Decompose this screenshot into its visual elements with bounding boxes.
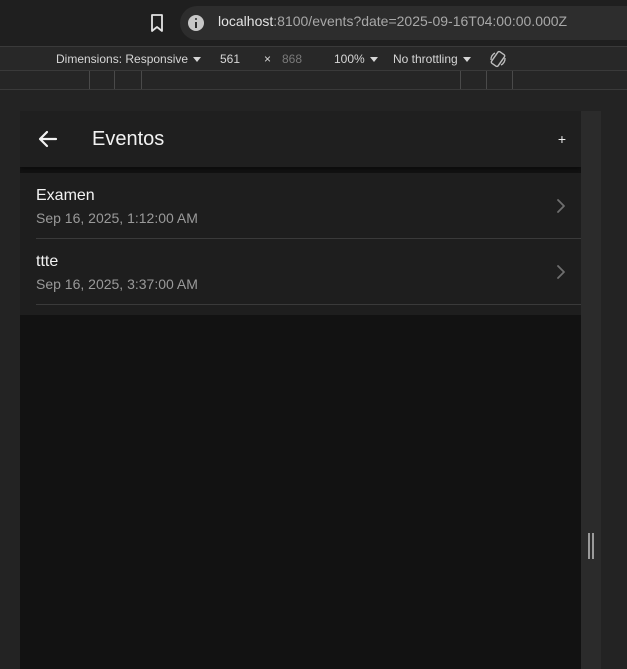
ruler-tick[interactable] <box>460 71 461 89</box>
zoom-label: 100% <box>334 52 365 66</box>
event-title: ttte <box>36 253 59 270</box>
resize-handle[interactable] <box>588 533 594 559</box>
times-sign: × <box>264 52 272 66</box>
throttling-dropdown[interactable]: No throttling <box>393 52 471 66</box>
height-input[interactable]: 868 <box>282 52 302 66</box>
device-viewport: Eventos + Examen Sep 16, 2025, 1:12:00 A… <box>20 111 581 669</box>
ruler-tick[interactable] <box>486 71 487 89</box>
dimensions-label: Dimensions: Responsive <box>56 52 189 66</box>
event-title: Examen <box>36 187 95 204</box>
event-date: Sep 16, 2025, 3:37:00 AM <box>36 276 198 292</box>
chevron-right-icon <box>557 199 565 213</box>
browser-toolbar: localhost:8100/events?date=2025-09-16T04… <box>0 0 627 46</box>
url-text[interactable]: localhost:8100/events?date=2025-09-16T04… <box>218 13 567 29</box>
url-host: localhost <box>218 13 274 29</box>
device-toolbar: Dimensions: Responsive 561 × 868 100% No… <box>0 46 627 70</box>
divider <box>36 304 581 305</box>
media-query-ruler <box>0 70 627 90</box>
arrow-left-icon[interactable] <box>36 127 60 151</box>
throttling-label: No throttling <box>393 52 458 66</box>
ruler-tick[interactable] <box>141 71 142 89</box>
chevron-right-icon <box>557 265 565 279</box>
list-item[interactable]: Examen Sep 16, 2025, 1:12:00 AM <box>20 173 581 239</box>
event-list: Examen Sep 16, 2025, 1:12:00 AM ttte Sep… <box>20 173 581 315</box>
rotate-icon[interactable] <box>489 50 507 68</box>
caret-down-icon <box>462 57 471 62</box>
event-date: Sep 16, 2025, 1:12:00 AM <box>36 210 198 226</box>
add-event-button[interactable]: + <box>552 129 572 149</box>
ruler-tick[interactable] <box>512 71 513 89</box>
dimensions-dropdown[interactable]: Dimensions: Responsive <box>56 52 202 66</box>
page-title: Eventos <box>92 128 165 150</box>
info-icon[interactable] <box>188 15 204 31</box>
bookmark-icon[interactable] <box>147 13 167 33</box>
caret-down-icon <box>193 57 202 62</box>
zoom-dropdown[interactable]: 100% <box>334 52 378 66</box>
ruler-tick[interactable] <box>114 71 115 89</box>
ruler-tick[interactable] <box>89 71 90 89</box>
viewport-gutter <box>581 111 601 669</box>
width-input[interactable]: 561 <box>220 52 240 66</box>
url-path: :8100/events?date=2025-09-16T04:00:00.00… <box>273 13 568 29</box>
app-header: Eventos + <box>20 111 581 167</box>
list-item[interactable]: ttte Sep 16, 2025, 3:37:00 AM <box>20 239 581 305</box>
caret-down-icon <box>369 57 378 62</box>
